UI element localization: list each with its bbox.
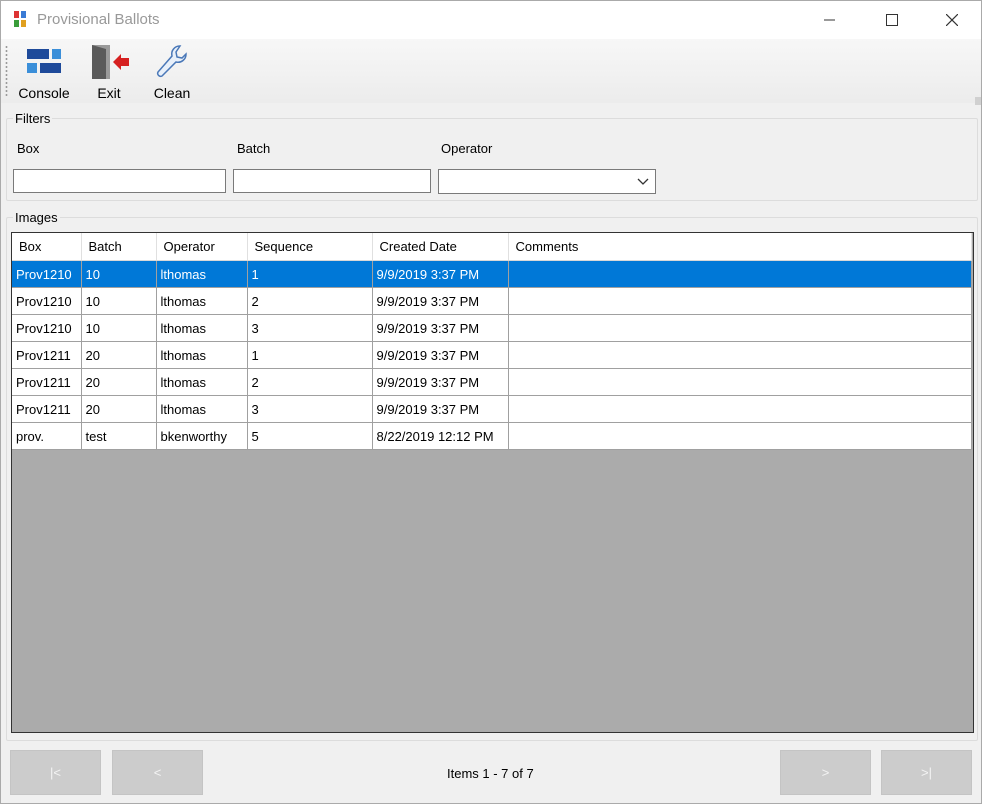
minimize-button[interactable] (807, 1, 853, 39)
cell-created-date[interactable]: 9/9/2019 3:37 PM (372, 341, 509, 369)
box-filter-input[interactable] (13, 169, 226, 193)
cell-created-date[interactable]: 9/9/2019 3:37 PM (372, 395, 509, 423)
column-header-comments[interactable]: Comments (508, 233, 972, 261)
cell-comments[interactable] (508, 341, 972, 369)
images-legend: Images (15, 210, 58, 225)
cell-comments[interactable] (508, 314, 972, 342)
images-grid[interactable]: Box Batch Operator Sequence Created Date… (11, 232, 974, 733)
cell-sequence[interactable]: 1 (247, 341, 373, 369)
next-page-button[interactable]: > (780, 750, 871, 795)
column-header-box[interactable]: Box (12, 233, 82, 261)
cell-sequence[interactable]: 3 (247, 395, 373, 423)
cell-operator[interactable]: lthomas (156, 287, 248, 315)
cell-created-date[interactable]: 9/9/2019 3:37 PM (372, 260, 509, 288)
cell-batch[interactable]: 10 (81, 314, 157, 342)
cell-box[interactable]: prov. (12, 422, 82, 450)
exit-icon (92, 45, 129, 79)
close-icon (946, 14, 958, 26)
cell-box[interactable]: Prov1210 (12, 260, 82, 288)
console-button[interactable]: Console (15, 43, 73, 103)
header-row: Box Batch Operator Sequence Created Date… (12, 233, 972, 261)
window-title: Provisional Ballots (37, 11, 160, 28)
table-row[interactable]: Prov1211 20 lthomas 1 9/9/2019 3:37 PM (12, 341, 972, 369)
cell-created-date[interactable]: 9/9/2019 3:37 PM (372, 314, 509, 342)
images-table: Box Batch Operator Sequence Created Date… (12, 233, 972, 450)
first-page-button[interactable]: |< (10, 750, 101, 795)
toolbar: Console Exit Clean (1, 39, 981, 103)
cell-operator[interactable]: bkenworthy (156, 422, 248, 450)
batch-label: Batch (237, 141, 271, 156)
operator-label: Operator (441, 141, 493, 156)
maximize-icon (886, 14, 898, 26)
cell-batch[interactable]: 10 (81, 260, 157, 288)
grid-body: Prov1210 10 lthomas 1 9/9/2019 3:37 PM Prov12… (12, 260, 972, 450)
batch-filter-input[interactable] (233, 169, 431, 193)
cell-batch[interactable]: 20 (81, 368, 157, 396)
chevron-down-icon (637, 178, 649, 185)
table-row[interactable]: Prov1211 20 lthomas 2 9/9/2019 3:37 PM (12, 368, 972, 396)
cell-comments[interactable] (508, 422, 972, 450)
cell-sequence[interactable]: 5 (247, 422, 373, 450)
cell-operator[interactable]: lthomas (156, 395, 248, 423)
cell-batch[interactable]: 20 (81, 395, 157, 423)
pager-status: Items 1 - 7 of 7 (447, 766, 534, 781)
exit-button[interactable]: Exit (87, 43, 131, 103)
table-row[interactable]: Prov1210 10 lthomas 3 9/9/2019 3:37 PM (12, 314, 972, 342)
box-label: Box (17, 141, 40, 156)
title-bar: Provisional Ballots (1, 1, 981, 39)
cell-sequence[interactable]: 3 (247, 314, 373, 342)
cell-sequence[interactable]: 2 (247, 368, 373, 396)
clean-label: Clean (153, 85, 191, 101)
cell-comments[interactable] (508, 368, 972, 396)
exit-label: Exit (97, 85, 121, 101)
cell-sequence[interactable]: 1 (247, 260, 373, 288)
cell-operator[interactable]: lthomas (156, 260, 248, 288)
console-icon (27, 49, 61, 73)
cell-box[interactable]: Prov1211 (12, 395, 82, 423)
table-row[interactable]: Prov1210 10 lthomas 2 9/9/2019 3:37 PM (12, 287, 972, 315)
cell-box[interactable]: Prov1210 (12, 287, 82, 315)
table-row[interactable]: Prov1210 10 lthomas 1 9/9/2019 3:37 PM (12, 260, 972, 288)
cell-operator[interactable]: lthomas (156, 314, 248, 342)
cell-batch[interactable]: 10 (81, 287, 157, 315)
cell-operator[interactable]: lthomas (156, 368, 248, 396)
column-header-batch[interactable]: Batch (81, 233, 157, 261)
prev-page-button[interactable]: < (112, 750, 203, 795)
cell-operator[interactable]: lthomas (156, 341, 248, 369)
main-window: Provisional Ballots Console Exit Clean F… (0, 0, 982, 804)
table-row[interactable]: Prov1211 20 lthomas 3 9/9/2019 3:37 PM (12, 395, 972, 423)
last-page-button[interactable]: >| (881, 750, 972, 795)
cell-comments[interactable] (508, 395, 972, 423)
filters-legend: Filters (15, 111, 51, 126)
close-button[interactable] (929, 1, 975, 39)
clean-button[interactable]: Clean (149, 43, 195, 103)
cell-comments[interactable] (508, 260, 972, 288)
table-row[interactable]: prov. test bkenworthy 5 8/22/2019 12:12 PM (12, 422, 972, 450)
toolbar-overflow (975, 97, 981, 105)
cell-batch[interactable]: 20 (81, 341, 157, 369)
cell-box[interactable]: Prov1211 (12, 341, 82, 369)
cell-created-date[interactable]: 9/9/2019 3:37 PM (372, 287, 509, 315)
column-header-operator[interactable]: Operator (156, 233, 248, 261)
wrench-icon (156, 45, 187, 78)
minimize-icon (824, 19, 835, 21)
cell-comments[interactable] (508, 287, 972, 315)
cell-created-date[interactable]: 9/9/2019 3:37 PM (372, 368, 509, 396)
cell-box[interactable]: Prov1211 (12, 368, 82, 396)
maximize-button[interactable] (869, 1, 915, 39)
cell-created-date[interactable]: 8/22/2019 12:12 PM (372, 422, 509, 450)
column-header-sequence[interactable]: Sequence (247, 233, 373, 261)
column-header-created-date[interactable]: Created Date (372, 233, 509, 261)
toolbar-grip[interactable] (5, 45, 8, 97)
console-label: Console (18, 85, 70, 101)
cell-batch[interactable]: test (81, 422, 157, 450)
app-icon (14, 11, 26, 27)
operator-filter-select[interactable] (438, 169, 656, 194)
cell-sequence[interactable]: 2 (247, 287, 373, 315)
cell-box[interactable]: Prov1210 (12, 314, 82, 342)
